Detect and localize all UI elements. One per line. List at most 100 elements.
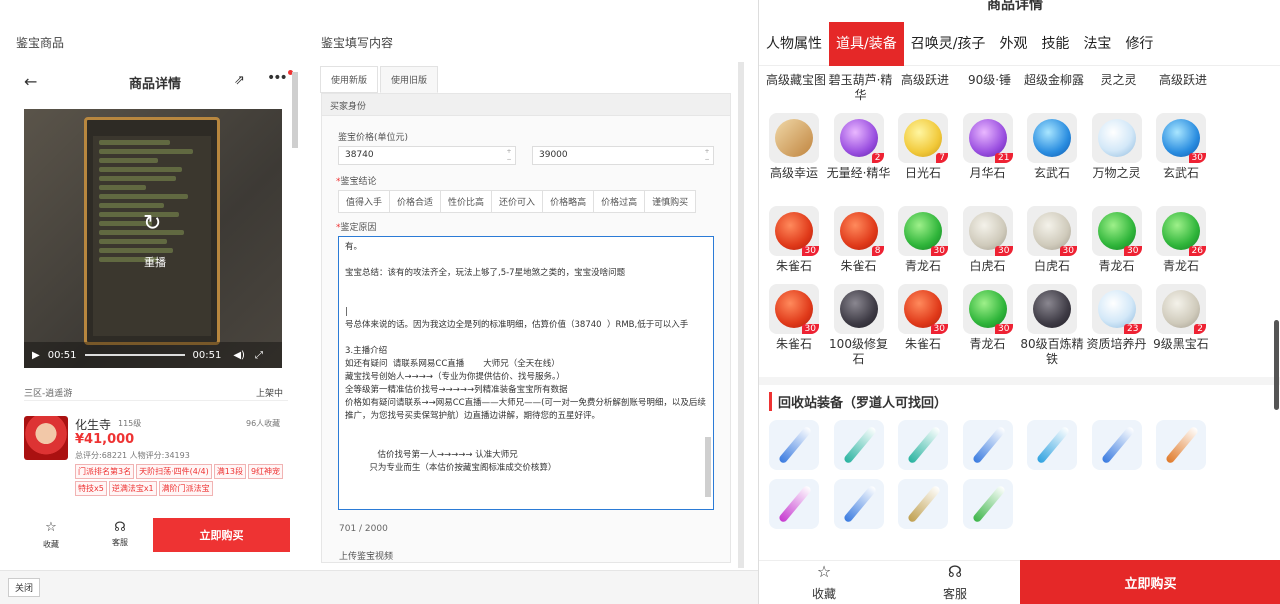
recycled-equipment[interactable] <box>1156 420 1206 470</box>
item-name: 朱雀石 <box>904 337 941 351</box>
video-player[interactable]: ↻ 重播 ▶ 00:51 00:51 ◀) ⤢ <box>24 109 282 368</box>
tab-treasure[interactable]: 法宝 <box>1076 22 1118 66</box>
favorite-button-label[interactable]: 收藏 <box>36 539 66 550</box>
inventory-item[interactable]: 30 <box>962 206 1013 256</box>
buy-now-button[interactable]: 立即购买 <box>1020 560 1280 604</box>
favorite-count: 96人收藏 <box>246 419 281 428</box>
inventory-item[interactable] <box>1027 284 1077 334</box>
verdict-option[interactable]: 价格略高 <box>542 190 595 213</box>
verdict-option[interactable]: 性价比高 <box>440 190 493 213</box>
reason-textarea[interactable]: 有。 宝宝总结：该有的攻法齐全，玩法上够了,5-7星地煞之类的，宝宝没啥问题 | 号总… <box>338 236 714 510</box>
increment-icon[interactable]: + <box>702 148 712 155</box>
recycled-equipment[interactable] <box>1027 420 1077 470</box>
item-icon <box>1162 212 1200 250</box>
item-name: 朱雀石 <box>775 337 812 351</box>
recycled-equipment[interactable] <box>1091 420 1142 470</box>
inventory-item[interactable]: 30 <box>769 206 819 256</box>
price-min-input[interactable]: 38740 + − <box>338 146 516 165</box>
decrement-icon[interactable]: − <box>702 156 712 163</box>
more-icon[interactable]: ••• <box>267 70 288 86</box>
tab-cultivation[interactable]: 修行 <box>1118 22 1160 66</box>
decrement-icon[interactable]: − <box>504 156 514 163</box>
service-button-label[interactable]: 客服 <box>105 537 135 548</box>
recycled-equipment[interactable] <box>898 420 948 470</box>
inventory-item[interactable]: 8 <box>833 206 884 256</box>
verdict-option[interactable]: 价格合适 <box>389 190 442 213</box>
verdict-option[interactable]: 谨慎购买 <box>644 190 697 213</box>
recycled-equipment[interactable] <box>769 479 819 529</box>
recycled-equipment[interactable] <box>769 420 819 470</box>
phone-scrollbar[interactable] <box>292 72 298 148</box>
inventory-item[interactable] <box>833 284 884 334</box>
tab-items-equipment[interactable]: 道具/装备 <box>829 21 904 66</box>
inventory-item[interactable]: 30 <box>962 284 1013 334</box>
item-name: 100级修复石 <box>829 337 888 366</box>
detail-tabs: 人物属性 道具/装备 召唤灵/孩子 外观 技能 法宝 修行 <box>759 21 1280 66</box>
inventory-item[interactable] <box>1027 113 1077 163</box>
favorite-button-label[interactable]: 收藏 <box>804 585 844 602</box>
inventory-item[interactable] <box>769 113 819 163</box>
close-button[interactable]: 关闭 <box>8 578 41 597</box>
back-arrow-icon[interactable]: ← <box>24 72 37 91</box>
headset-icon[interactable]: ☊ <box>105 520 135 535</box>
star-icon[interactable]: ☆ <box>804 562 844 581</box>
inventory-item[interactable]: 23 <box>1091 284 1142 334</box>
replay-label[interactable]: 重播 <box>144 254 166 270</box>
item-name: 白虎石 <box>1033 259 1070 273</box>
tab-appearance[interactable]: 外观 <box>992 22 1034 66</box>
inventory-item[interactable] <box>1091 113 1142 163</box>
item-count-badge: 26 <box>1188 246 1206 256</box>
inventory-item[interactable]: 30 <box>1156 113 1206 163</box>
score-summary: 总评分:68221 人物评分:34193 <box>75 451 190 460</box>
price-max-input[interactable]: 39000 + − <box>532 146 714 165</box>
recycled-equipment[interactable] <box>962 479 1013 529</box>
recycled-equipment[interactable] <box>898 479 948 529</box>
inventory-item[interactable]: 30 <box>1027 206 1077 256</box>
verdict-option[interactable]: 价格过高 <box>593 190 646 213</box>
inventory-item[interactable]: 21 <box>962 113 1013 163</box>
detail-scrollbar[interactable] <box>1274 320 1279 410</box>
volume-icon[interactable]: ◀) <box>233 350 245 361</box>
inventory-item[interactable]: 30 <box>1091 206 1142 256</box>
item-name: 青龙石 <box>1162 259 1199 273</box>
textarea-scrollbar[interactable] <box>705 437 711 497</box>
item-icon <box>1162 290 1200 328</box>
increment-icon[interactable]: + <box>504 148 514 155</box>
inventory-item[interactable]: 30 <box>898 284 948 334</box>
item-count-badge: 30 <box>1124 246 1142 256</box>
item-icon <box>775 290 813 328</box>
footer-bar: 关闭 <box>0 570 758 604</box>
reason-line <box>345 280 707 293</box>
item-count-badge: 23 <box>1124 324 1142 334</box>
replay-icon[interactable]: ↻ <box>143 211 161 236</box>
star-icon[interactable]: ☆ <box>36 520 66 535</box>
inventory-item[interactable]: 7 <box>898 113 948 163</box>
inventory-item[interactable]: 26 <box>1156 206 1206 256</box>
buy-now-button[interactable]: 立即购买 <box>153 518 290 552</box>
item-name: 月华石 <box>969 166 1006 180</box>
item-name: 9级黑宝石 <box>1153 337 1209 351</box>
tab-attributes[interactable]: 人物属性 <box>759 22 829 66</box>
service-button-label[interactable]: 客服 <box>935 585 975 602</box>
inventory-item[interactable]: 30 <box>898 206 948 256</box>
inventory-item[interactable]: 30 <box>769 284 819 334</box>
item-count-badge: 30 <box>930 324 948 334</box>
tab-old-version[interactable]: 使用旧版 <box>380 66 439 93</box>
inventory-item[interactable]: 2 <box>1156 284 1206 334</box>
tab-new-version[interactable]: 使用新版 <box>320 66 379 93</box>
tab-summons[interactable]: 召唤灵/孩子 <box>904 22 993 66</box>
verdict-option[interactable]: 还价可入 <box>491 190 544 213</box>
inventory-item[interactable]: 2 <box>833 113 884 163</box>
verdict-option[interactable]: 值得入手 <box>338 190 391 213</box>
progress-track[interactable] <box>84 354 185 356</box>
headset-icon[interactable]: ☊ <box>935 562 975 581</box>
fullscreen-icon[interactable]: ⤢ <box>255 350 263 361</box>
tab-skills[interactable]: 技能 <box>1034 22 1076 66</box>
weapon-icon <box>1164 425 1200 465</box>
recycled-equipment[interactable] <box>833 479 884 529</box>
recycled-equipment[interactable] <box>833 420 884 470</box>
recycled-equipment[interactable] <box>962 420 1013 470</box>
share-icon[interactable]: ⇗ <box>234 73 245 88</box>
form-scrollbar-track[interactable] <box>738 62 744 568</box>
play-icon[interactable]: ▶ <box>32 350 40 361</box>
